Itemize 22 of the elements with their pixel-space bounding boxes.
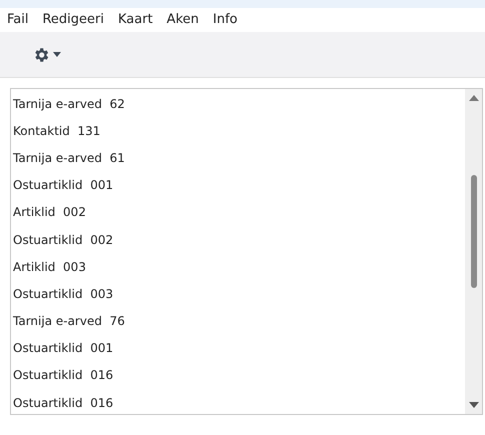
list-item[interactable]: Ostuartiklid 001	[13, 176, 114, 194]
list-item[interactable]: Tarnija e-arved 61	[13, 148, 125, 167]
list-item[interactable]: Artiklid 002	[13, 203, 86, 222]
scroll-thumb[interactable]	[470, 175, 476, 288]
menu-item[interactable]: Kaart	[118, 10, 153, 30]
list-item[interactable]: Tarnija e-arved 62	[13, 94, 125, 113]
list-item[interactable]: Tarnija e-arved 76	[13, 312, 125, 330]
scroll-up-arrow-icon[interactable]	[468, 95, 478, 101]
list-item[interactable]: Artiklid 003	[13, 258, 86, 276]
list-item[interactable]: Ostuartiklid 002	[13, 230, 114, 249]
menu-item[interactable]: Info	[212, 10, 238, 30]
list-item[interactable]: Kontaktid 131	[13, 122, 100, 140]
list-item[interactable]: Ostuartiklid 001	[13, 339, 114, 358]
menu-item[interactable]: Aken	[166, 10, 199, 30]
list-item[interactable]: Ostuartiklid 016	[13, 366, 114, 384]
caret-icon	[53, 52, 61, 57]
scrollbar[interactable]	[465, 89, 482, 414]
menu-item[interactable]: Fail	[7, 10, 28, 30]
menu-item[interactable]: Redigeeri	[42, 10, 104, 30]
list-item[interactable]: Ostuartiklid 016	[13, 394, 114, 412]
scroll-down-arrow-icon[interactable]	[468, 402, 478, 408]
list-item[interactable]: Ostuartiklid 003	[13, 284, 114, 303]
